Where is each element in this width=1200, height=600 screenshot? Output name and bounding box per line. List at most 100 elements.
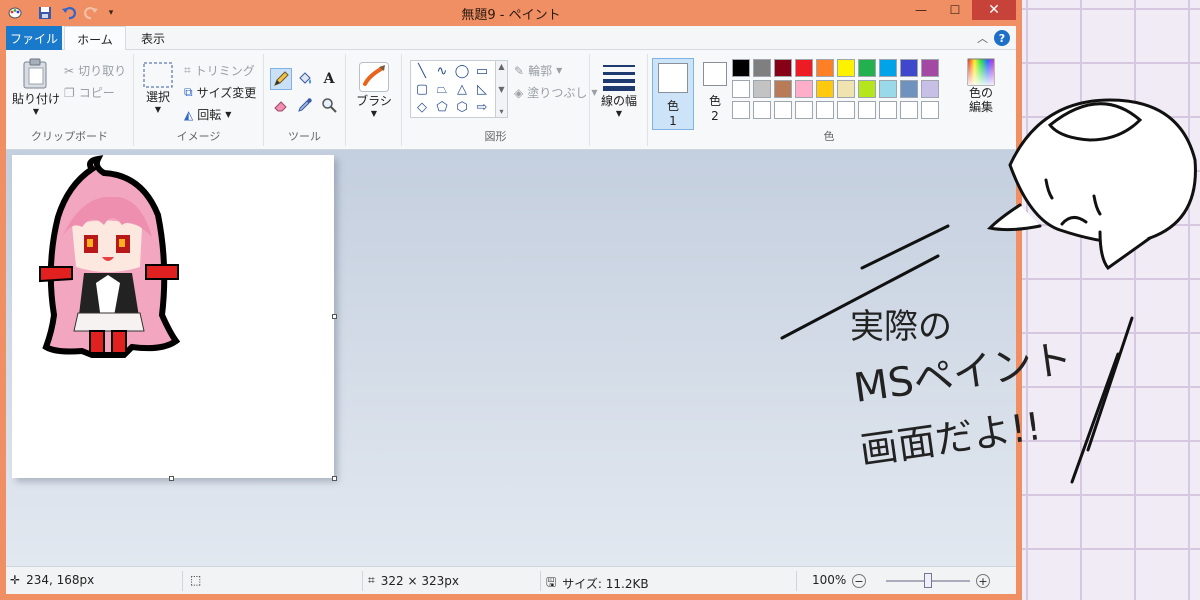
resize-handle-corner[interactable] [332, 476, 337, 481]
color1-swatch [658, 63, 688, 93]
palette-color-swatch[interactable] [753, 101, 771, 119]
zoom-slider-thumb[interactable] [924, 573, 932, 588]
pencil-icon[interactable] [270, 68, 292, 90]
outline-button[interactable]: ✎ 輪郭 ▼ [514, 62, 562, 79]
resize-button[interactable]: ⧉ サイズ変更 [184, 84, 256, 101]
shapes-scroll[interactable]: ▲ ▼ ▾ [496, 60, 508, 118]
palette-color-swatch[interactable] [837, 101, 855, 119]
scroll-down-icon[interactable]: ▼ [498, 85, 504, 94]
palette-color-swatch[interactable] [795, 80, 813, 98]
zoom-in-icon[interactable]: + [976, 574, 990, 588]
oval-shape-icon[interactable]: ◯ [453, 63, 471, 79]
rotate-button[interactable]: ◭ 回転 ▼ [184, 106, 231, 123]
close-button[interactable]: ✕ [972, 0, 1016, 20]
pentagon-shape-icon[interactable]: ⬠ [433, 99, 451, 115]
palette-color-swatch[interactable] [816, 101, 834, 119]
chibi-character-image [39, 155, 181, 358]
color1-button[interactable]: 色 1 [652, 58, 694, 130]
outline-dropdown-icon[interactable]: ▼ [556, 66, 562, 75]
rounded-rectangle-shape-icon[interactable]: ▢ [413, 81, 431, 97]
palette-color-swatch[interactable] [837, 59, 855, 77]
size-button[interactable]: 線の幅 ▼ [598, 62, 640, 118]
rotate-dropdown-icon[interactable]: ▼ [225, 110, 231, 119]
palette-color-swatch[interactable] [795, 101, 813, 119]
help-icon[interactable]: ? [994, 30, 1010, 46]
color-picker-icon[interactable] [294, 94, 316, 116]
palette-color-swatch[interactable] [732, 101, 750, 119]
diamond-shape-icon[interactable]: ◇ [413, 99, 431, 115]
outline-icon: ✎ [514, 63, 525, 78]
palette-color-swatch[interactable] [774, 101, 792, 119]
arrow-shape-icon[interactable]: ⇨ [473, 99, 491, 115]
tab-view[interactable]: 表示 [128, 26, 178, 50]
palette-color-swatch[interactable] [900, 80, 918, 98]
hexagon-shape-icon[interactable]: ⬡ [453, 99, 471, 115]
palette-color-swatch[interactable] [837, 80, 855, 98]
palette-color-swatch[interactable] [732, 80, 750, 98]
palette-color-swatch[interactable] [858, 101, 876, 119]
color2-button[interactable]: 色 2 [698, 62, 732, 123]
select-icon [143, 62, 173, 88]
palette-color-swatch[interactable] [774, 59, 792, 77]
resize-handle-bottom[interactable] [169, 476, 174, 481]
select-label: 選択 [145, 90, 170, 104]
fill-button[interactable]: ◈ 塗りつぶし ▼ [514, 84, 598, 101]
right-triangle-shape-icon[interactable]: ◺ [473, 81, 491, 97]
palette-color-swatch[interactable] [879, 101, 897, 119]
cut-button[interactable]: ✂ 切り取り [64, 62, 126, 79]
palette-color-swatch[interactable] [921, 80, 939, 98]
canvas-area[interactable] [6, 150, 1016, 566]
size-dropdown-icon[interactable]: ▼ [616, 109, 622, 118]
triangle-shape-icon[interactable]: △ [453, 81, 471, 97]
palette-color-swatch[interactable] [774, 80, 792, 98]
palette-color-swatch[interactable] [879, 59, 897, 77]
clipboard-group-label: クリップボード [31, 130, 108, 143]
magnifier-icon[interactable] [318, 94, 340, 116]
tab-home[interactable]: ホーム [64, 26, 126, 51]
line-shape-icon[interactable]: ╲ [413, 63, 431, 79]
palette-color-swatch[interactable] [816, 80, 834, 98]
copy-label: コピー [78, 86, 115, 100]
ribbon-tabs: ファイル ホーム 表示 ︿ ? [6, 26, 1016, 51]
palette-color-swatch[interactable] [900, 101, 918, 119]
select-dropdown-icon[interactable]: ▼ [155, 105, 161, 114]
minimize-button[interactable]: — [906, 0, 936, 20]
edit-colors-button[interactable]: 色の 編集 [958, 58, 1004, 114]
brushes-dropdown-icon[interactable]: ▼ [371, 109, 377, 118]
drawing-canvas[interactable] [12, 155, 334, 478]
palette-color-swatch[interactable] [879, 80, 897, 98]
curve-shape-icon[interactable]: ∿ [433, 63, 451, 79]
palette-color-swatch[interactable] [753, 80, 771, 98]
fill-label: 塗りつぶし [527, 86, 588, 100]
eraser-icon[interactable] [270, 94, 292, 116]
palette-color-swatch[interactable] [753, 59, 771, 77]
palette-color-swatch[interactable] [732, 59, 750, 77]
palette-color-swatch[interactable] [900, 59, 918, 77]
text-tool-icon[interactable]: A [318, 68, 340, 90]
palette-color-swatch[interactable] [921, 59, 939, 77]
gallery-expand-icon[interactable]: ▾ [499, 107, 503, 116]
tools-group: A ツール [264, 54, 346, 146]
palette-color-swatch[interactable] [816, 59, 834, 77]
paint-window: ▾ 無題9 - ペイント — ☐ ✕ ファイル ホーム 表示 ︿ ? 貼り付け … [0, 0, 1022, 600]
palette-color-swatch[interactable] [858, 80, 876, 98]
zoom-out-icon[interactable]: − [852, 574, 866, 588]
tab-file[interactable]: ファイル [6, 26, 62, 50]
fill-bucket-icon[interactable] [294, 68, 316, 90]
polygon-shape-icon[interactable]: ⏢ [433, 81, 451, 97]
copy-button[interactable]: ❐ コピー [64, 84, 115, 101]
select-button[interactable]: 選択 ▼ [140, 62, 176, 114]
rotate-icon: ◭ [184, 107, 194, 122]
palette-color-swatch[interactable] [921, 101, 939, 119]
paste-button[interactable]: 貼り付け ▼ [12, 58, 60, 116]
scroll-up-icon[interactable]: ▲ [498, 62, 504, 71]
maximize-button[interactable]: ☐ [940, 0, 970, 20]
brushes-button[interactable]: ブラシ ▼ [354, 62, 394, 118]
paste-dropdown-icon[interactable]: ▼ [33, 107, 39, 116]
palette-color-swatch[interactable] [858, 59, 876, 77]
collapse-ribbon-icon[interactable]: ︿ [977, 30, 988, 46]
crop-button[interactable]: ⌗ トリミング [184, 62, 255, 79]
resize-handle-right[interactable] [332, 314, 337, 319]
palette-color-swatch[interactable] [795, 59, 813, 77]
rectangle-shape-icon[interactable]: ▭ [473, 63, 491, 79]
